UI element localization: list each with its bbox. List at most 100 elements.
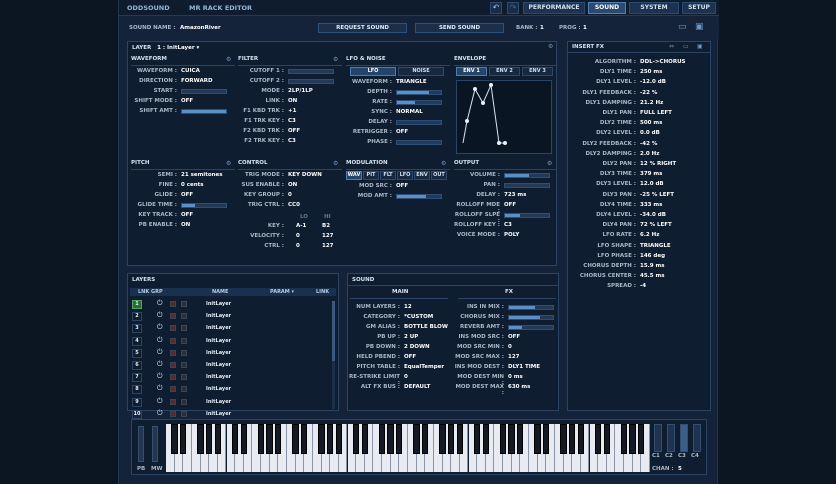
link-icon[interactable]: ⇔ <box>669 43 674 50</box>
param-value[interactable]: OFF <box>504 202 516 208</box>
param-slider[interactable] <box>396 90 442 95</box>
param-value[interactable]: 2 DOWN <box>404 344 430 350</box>
param-value[interactable]: 0.0 dB <box>640 130 660 136</box>
param-value[interactable]: CC0 <box>288 202 300 208</box>
black-key[interactable] <box>205 424 213 454</box>
col-link[interactable]: LINK <box>316 288 329 296</box>
param-value[interactable]: DLY1 TIME <box>508 364 540 370</box>
param-value[interactable]: FULL LEFT <box>640 110 672 116</box>
sound-name-value[interactable]: AmazonRiver <box>180 25 221 31</box>
black-key[interactable] <box>638 424 645 454</box>
black-key[interactable] <box>482 424 489 454</box>
param-slider[interactable] <box>508 305 554 310</box>
solo-toggle[interactable] <box>181 313 187 320</box>
param-slider[interactable] <box>396 120 442 125</box>
param-value[interactable]: 723 ms <box>504 192 526 198</box>
black-key[interactable] <box>301 424 308 454</box>
layer-selector[interactable]: 1 : InitLayer ▾ <box>157 45 199 51</box>
tab-env1[interactable]: ENV 1 <box>456 67 487 76</box>
request-sound-button[interactable]: REQUEST SOUND <box>318 23 407 33</box>
control-gear-icon[interactable]: ⚙ <box>333 160 338 167</box>
black-key[interactable] <box>197 424 204 454</box>
power-icon[interactable]: ⏻ <box>157 311 163 320</box>
param-value[interactable]: 333 ms <box>640 202 662 208</box>
modulation-gear-icon[interactable]: ⚙ <box>441 160 446 167</box>
mute-toggle[interactable] <box>170 313 176 320</box>
param-value[interactable]: OFF <box>404 354 416 360</box>
param-slider[interactable] <box>504 183 550 188</box>
range-hi[interactable]: 127 <box>322 233 333 239</box>
table-row[interactable]: 4 ⏻ InitLayer <box>130 336 330 347</box>
mute-toggle[interactable] <box>170 349 176 356</box>
layer-number[interactable]: 5 <box>133 350 141 356</box>
param-value[interactable]: -12.0 dB <box>640 79 666 85</box>
table-row[interactable]: 5 ⏻ InitLayer <box>130 348 330 359</box>
piano-keys[interactable] <box>166 420 650 476</box>
param-value[interactable]: 0 ms <box>508 374 523 380</box>
solo-toggle[interactable] <box>181 349 187 356</box>
solo-toggle[interactable] <box>181 325 187 332</box>
env-point[interactable] <box>465 119 469 123</box>
waveform-gear-icon[interactable]: ⚙ <box>226 56 231 63</box>
param-value[interactable]: *CUSTOM <box>404 314 433 320</box>
range-lo[interactable]: 0 <box>296 233 300 239</box>
param-value[interactable]: OFF <box>396 129 408 135</box>
env-point[interactable] <box>489 83 493 87</box>
param-slider[interactable] <box>181 203 227 208</box>
param-value[interactable]: 21.2 Hz <box>640 100 663 106</box>
octave-button[interactable] <box>667 424 675 452</box>
black-key[interactable] <box>534 424 541 454</box>
param-value[interactable]: ON <box>288 182 297 188</box>
param-value[interactable]: 12.0 dB <box>640 181 664 187</box>
mute-toggle[interactable] <box>170 301 176 307</box>
power-icon[interactable]: ⏻ <box>157 372 163 381</box>
param-slider[interactable] <box>504 173 550 178</box>
black-key[interactable] <box>180 424 187 454</box>
black-key[interactable] <box>603 424 610 454</box>
param-slider[interactable] <box>504 213 550 218</box>
tab-mod-flt[interactable]: FLT <box>380 171 396 180</box>
param-value[interactable]: 15.9 ms <box>640 263 665 269</box>
layer-number[interactable]: 9 <box>133 399 141 405</box>
param-slider[interactable] <box>288 79 334 84</box>
col-param[interactable]: PARAM ▾ <box>270 288 294 296</box>
param-slider[interactable] <box>181 89 227 94</box>
table-row[interactable]: 8 ⏻ InitLayer <box>130 384 330 395</box>
layer-number[interactable]: 10 <box>133 411 141 417</box>
tab-noise[interactable]: NOISE <box>398 67 444 76</box>
layer-name[interactable]: InitLayer <box>206 362 231 368</box>
black-key[interactable] <box>266 424 273 454</box>
black-key[interactable] <box>292 424 299 454</box>
layer-name[interactable]: InitLayer <box>206 338 231 344</box>
tab-system[interactable]: SYSTEM <box>629 2 679 14</box>
black-key[interactable] <box>422 424 429 454</box>
env-point[interactable] <box>481 101 485 105</box>
layer-number[interactable]: 6 <box>133 362 141 368</box>
solo-toggle[interactable] <box>181 386 187 393</box>
folder-icon[interactable]: ▭ <box>678 22 687 32</box>
tab-mod-pit[interactable]: PIT <box>363 171 379 180</box>
param-value[interactable]: 2LP/1LP <box>288 88 313 94</box>
power-icon[interactable]: ⏻ <box>157 299 163 308</box>
table-row[interactable]: 7 ⏻ InitLayer <box>130 372 330 383</box>
param-value[interactable]: +1 <box>288 108 296 114</box>
layer-number[interactable]: 8 <box>133 386 141 392</box>
param-slider[interactable] <box>288 69 334 74</box>
param-value[interactable]: DEFAULT <box>404 384 430 390</box>
pitch-bend-wheel[interactable] <box>138 426 144 462</box>
param-value[interactable]: 500 ms <box>640 120 662 126</box>
table-row[interactable]: 6 ⏻ InitLayer <box>130 360 330 371</box>
power-icon[interactable]: ⏻ <box>157 348 163 357</box>
bank-value[interactable]: 1 <box>540 25 544 31</box>
power-icon[interactable]: ⏻ <box>157 323 163 332</box>
table-row[interactable]: 9 ⏻ InitLayer <box>130 397 330 408</box>
param-value[interactable]: NORMAL <box>396 109 423 115</box>
param-value[interactable]: 0 <box>288 192 292 198</box>
black-key[interactable] <box>326 424 334 454</box>
mod-wheel[interactable] <box>152 426 158 462</box>
solo-toggle[interactable] <box>181 374 187 381</box>
black-key[interactable] <box>543 424 550 454</box>
pitch-gear-icon[interactable]: ⚙ <box>226 160 231 167</box>
param-value[interactable]: 21 semitones <box>181 172 223 178</box>
black-key[interactable] <box>439 424 446 454</box>
